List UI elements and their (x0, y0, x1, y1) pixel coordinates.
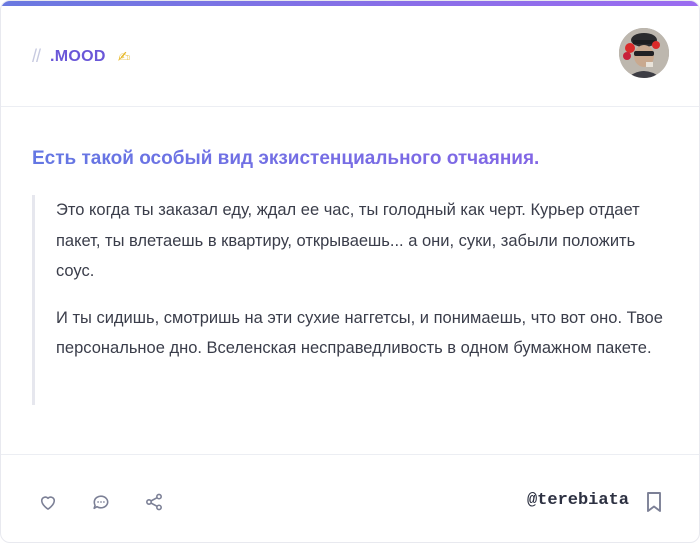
share-button[interactable] (143, 491, 165, 513)
paragraph: Это когда ты заказал еду, ждал ее час, т… (56, 201, 640, 280)
post-header: // .MOOD ✍ (1, 6, 699, 107)
comment-button[interactable] (90, 491, 112, 513)
avatar[interactable] (619, 28, 669, 78)
category-tag[interactable]: // .MOOD ✍ (32, 46, 130, 67)
tag-slashes: // (32, 46, 41, 66)
post-quote: Это когда ты заказал еду, ждал ее час, т… (32, 195, 668, 405)
tag-label: .MOOD (50, 47, 106, 65)
post-content: Есть такой особый вид экзистенциального … (1, 146, 699, 405)
writing-hand-icon: ✍ (117, 48, 131, 66)
author-handle[interactable]: @terebiata (527, 491, 629, 510)
like-button[interactable] (37, 491, 59, 513)
avatar-image (619, 28, 669, 78)
bookmark-icon (647, 492, 661, 512)
comment-icon (93, 495, 109, 510)
bookmark-button[interactable] (645, 491, 663, 518)
post-card: // .MOOD ✍ Есть такой особый вид экзисте… (0, 0, 700, 543)
share-icon (146, 493, 162, 511)
heart-icon (40, 496, 56, 510)
paragraph: И ты сидишь, смотришь на эти сухие нагге… (56, 308, 663, 358)
post-footer: @terebiata (1, 454, 699, 542)
post-title: Есть такой особый вид экзистенциального … (32, 146, 668, 172)
action-bar (37, 491, 165, 513)
